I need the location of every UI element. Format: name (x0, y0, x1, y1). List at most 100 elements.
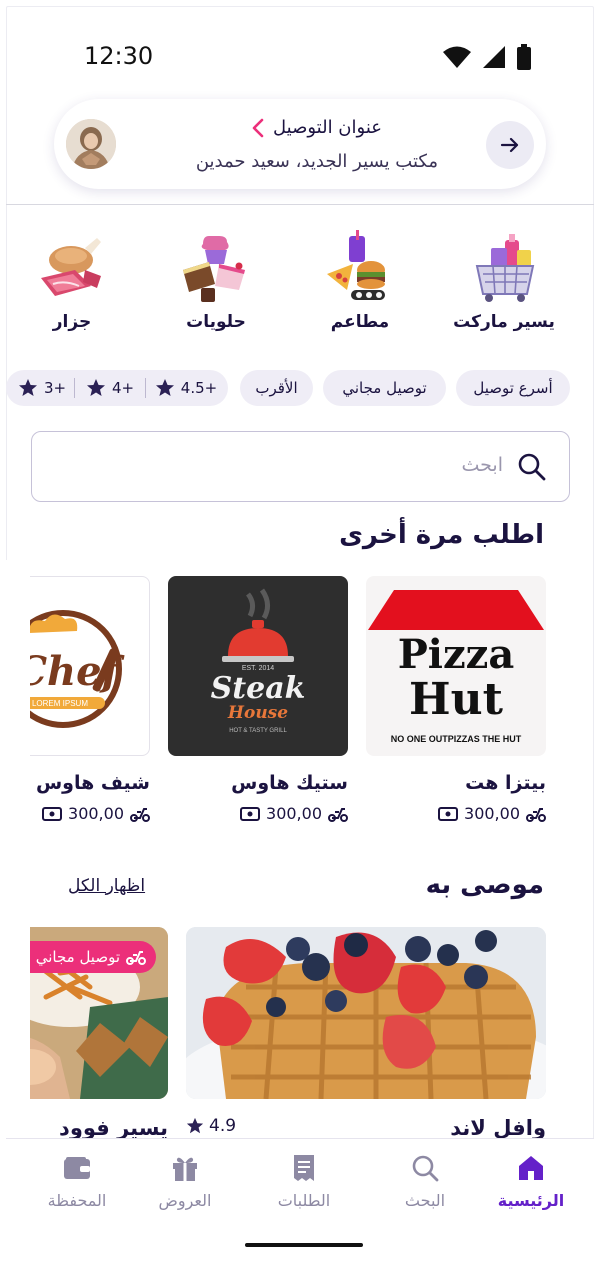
search-icon (412, 1155, 439, 1182)
category-label: يسير ماركت (453, 312, 555, 332)
pizza-hut-logo: Pizza Hut NO ONE OUTPIZZAS THE HUT (366, 576, 546, 756)
waffle-land-image[interactable] (186, 927, 546, 1099)
nav-wallet[interactable]: المحفظة (22, 1153, 132, 1210)
chevron-left-icon (252, 118, 264, 137)
filter-nearest[interactable]: الأقرب (240, 370, 313, 406)
restaurant-name: يسير فوود (59, 1116, 168, 1140)
search-icon (518, 453, 546, 481)
logo-text: Hut (409, 674, 504, 725)
sweets-icon (183, 236, 245, 302)
scooter-icon (130, 807, 150, 822)
nav-label: البحث (404, 1191, 446, 1210)
restaurant-name: وافل لاند (450, 1116, 546, 1140)
money-icon (438, 806, 459, 821)
filter-free-delivery[interactable]: توصيل مجاني (323, 370, 446, 406)
fee-value: 300,00 (464, 804, 520, 823)
categories-row: يسير ماركت مطاعم حلويات جزار (0, 230, 600, 340)
left-edge-mask (0, 560, 30, 1180)
receipt-icon (294, 1155, 314, 1181)
address-title-row[interactable]: عنوان التوصيل (251, 117, 382, 138)
filter-rating-4[interactable]: 4+ (75, 378, 145, 398)
star-icon (186, 1117, 204, 1134)
restaurant-card[interactable]: Pizza Hut NO ONE OUTPIZZAS THE HUT بيتزا… (366, 576, 546, 823)
recommended-title: موصى به (425, 870, 544, 900)
nav-orders[interactable]: الطلبات (249, 1153, 359, 1210)
nav-label: المحفظة (47, 1191, 107, 1210)
delivery-fee: 300,00 (42, 804, 150, 823)
search-placeholder: ابحث (461, 454, 504, 476)
wifi-icon (443, 46, 471, 68)
status-bar: 12:30 (0, 0, 600, 110)
scooter-icon (126, 951, 146, 965)
rating-label: 3+ (43, 379, 67, 397)
category-market[interactable]: يسير ماركت (449, 230, 559, 332)
filter-fastest-delivery[interactable]: أسرع توصيل (456, 370, 570, 406)
money-icon (42, 806, 63, 821)
rating-value: 4.9 (209, 1116, 237, 1136)
restaurant-rating: 4.9 (186, 1116, 236, 1136)
battery-icon (517, 44, 531, 70)
filter-chips: أسرع توصيل توصيل مجاني الأقرب 3+ 4+ 4.5+ (0, 370, 600, 406)
star-icon (155, 379, 174, 396)
search-input[interactable]: ابحث (31, 431, 570, 502)
nav-search[interactable]: البحث (370, 1153, 480, 1210)
avatar[interactable] (66, 119, 116, 169)
free-delivery-badge: توصيل مجاني (30, 941, 156, 973)
scooter-icon (526, 807, 546, 822)
status-icons (442, 44, 532, 70)
steak-house-logo: EST. 2014 Steak House HOT & TASTY GRILL (168, 576, 348, 756)
restaurant-food-icon (327, 230, 385, 300)
rating-label: 4+ (111, 379, 135, 397)
filter-rating-4-5[interactable]: 4.5+ (146, 378, 226, 398)
logo-text: NO ONE OUTPIZZAS THE HUT (391, 734, 522, 744)
category-label: مطاعم (330, 312, 390, 332)
nav-label: العروض (158, 1191, 212, 1210)
address-subtitle: مكتب يسير الجديد، سعيد حمدين (195, 151, 438, 172)
logo-text: House (227, 703, 288, 723)
delivery-fee: 300,00 (438, 804, 546, 823)
star-icon (18, 379, 37, 396)
status-time: 12:30 (84, 42, 154, 70)
category-label: جزار (52, 312, 92, 332)
category-restaurants[interactable]: مطاعم (305, 230, 415, 332)
delivery-address-card[interactable]: عنوان التوصيل مكتب يسير الجديد، سعيد حمد… (54, 99, 546, 189)
order-again-title: اطلب مرة أخرى (339, 520, 544, 550)
nav-home[interactable]: الرئيسية (476, 1153, 586, 1210)
filter-ratings-group: 3+ 4+ 4.5+ (6, 370, 228, 406)
logo-text: Pizza (398, 631, 515, 678)
butcher-meat-icon (41, 238, 101, 296)
money-icon (240, 806, 261, 821)
nav-label: الرئيسية (497, 1191, 565, 1210)
category-label: حلويات (186, 312, 246, 332)
restaurant-name: ستيك هاوس (231, 772, 348, 794)
nav-offers[interactable]: العروض (130, 1153, 240, 1210)
market-icon (475, 234, 535, 302)
home-icon (519, 1156, 543, 1180)
star-icon (86, 379, 105, 396)
restaurant-name: شيف هاوس (35, 772, 150, 794)
signal-icon (483, 46, 505, 68)
filter-rating-3[interactable]: 3+ (10, 378, 74, 398)
category-sweets[interactable]: حلويات (161, 230, 271, 332)
chip-label: الأقرب (255, 379, 298, 397)
restaurant-name: بيتزا هت (465, 772, 546, 794)
bottom-navigation: الرئيسية البحث الطلبات العروض المحفظة (6, 1138, 594, 1257)
gift-icon (173, 1157, 197, 1181)
logo-text: Steak (211, 671, 306, 706)
logo-text: LOREM IPSUM (32, 699, 88, 708)
fee-value: 300,00 (266, 804, 322, 823)
category-butcher[interactable]: جزار (17, 230, 127, 332)
show-all-link[interactable]: اظهار الكل (68, 876, 145, 896)
address-title: عنوان التوصيل (273, 117, 382, 138)
address-go-button[interactable] (486, 121, 534, 169)
arrow-right-icon (500, 137, 519, 153)
chip-label: أسرع توصيل (473, 379, 553, 397)
restaurant-card[interactable]: EST. 2014 Steak House HOT & TASTY GRILL … (168, 576, 348, 823)
badge-label: توصيل مجاني (35, 948, 120, 966)
delivery-fee: 300,00 (240, 804, 348, 823)
nav-label: الطلبات (277, 1191, 331, 1210)
rating-label: 4.5+ (180, 379, 218, 397)
home-indicator (245, 1243, 363, 1247)
chip-label: توصيل مجاني (342, 379, 427, 397)
wallet-icon (64, 1157, 90, 1179)
